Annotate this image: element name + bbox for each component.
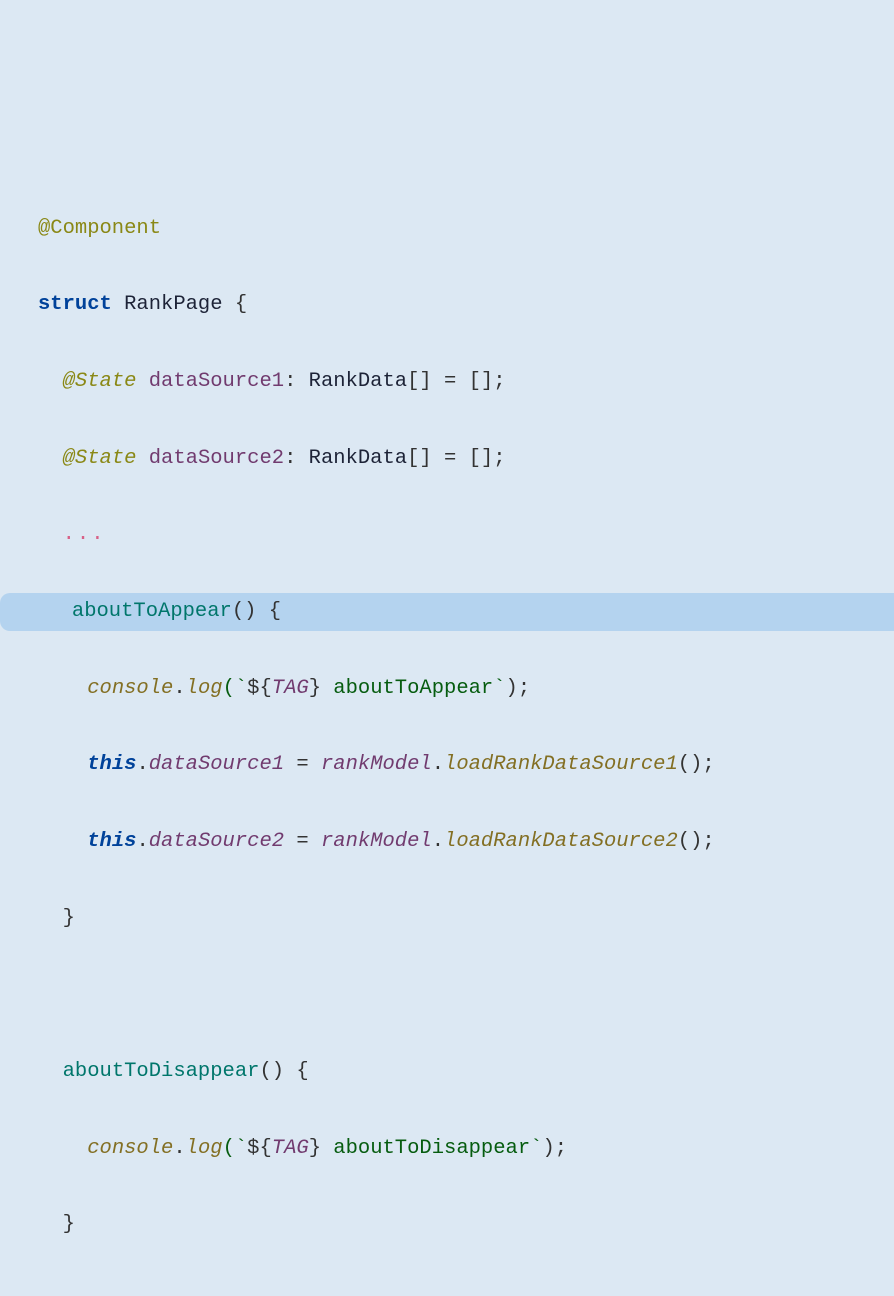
line-struct: struct RankPage {	[38, 286, 894, 324]
load2-method: loadRankDataSource2	[444, 830, 678, 853]
dot-1: .	[173, 677, 185, 700]
log-method-1: log	[186, 677, 223, 700]
template-end-1: }	[309, 677, 321, 700]
line-ellipsis1: ...	[38, 516, 894, 554]
line-blank	[38, 976, 894, 1014]
assign-2: = [];	[432, 447, 506, 470]
dot-4: .	[136, 830, 148, 853]
this-1: this	[87, 753, 136, 776]
load1-method: loadRankDataSource1	[444, 753, 678, 776]
load2-end: ();	[678, 830, 715, 853]
log-method-2: log	[186, 1137, 223, 1160]
log-text-1: aboutToAppear`	[321, 677, 506, 700]
console-obj-2: console	[87, 1137, 173, 1160]
log-text-2: aboutToDisappear`	[321, 1137, 542, 1160]
struct-keyword: struct	[38, 293, 112, 316]
line-decorator: @Component	[38, 210, 894, 248]
eq-2: =	[284, 830, 321, 853]
console-obj-1: console	[87, 677, 173, 700]
property-ds1: dataSource1	[149, 370, 284, 393]
open-brace: {	[223, 293, 248, 316]
colon-2: :	[284, 447, 309, 470]
line-abouttodisappear: aboutToDisappear() {	[38, 1053, 894, 1091]
template-start-1: ${	[247, 677, 272, 700]
colon-1: :	[284, 370, 309, 393]
dot-2: .	[136, 753, 148, 776]
line-console-log2: console.log(`${TAG} aboutToDisappear`);	[38, 1130, 894, 1168]
line-assign-ds2: this.dataSource2 = rankModel.loadRankDat…	[38, 823, 894, 861]
this-ds2: dataSource2	[149, 830, 284, 853]
line-close-method2: }	[38, 1206, 894, 1244]
ellipsis-1: ...	[63, 523, 106, 546]
this-ds1: dataSource1	[149, 753, 284, 776]
property-ds2: dataSource2	[149, 447, 284, 470]
log-close-2: );	[542, 1137, 567, 1160]
load1-end: ();	[678, 753, 715, 776]
rankmodel-2: rankModel	[321, 830, 432, 853]
brace-method2: {	[284, 1060, 309, 1083]
close-brace-2: }	[63, 1213, 75, 1236]
this-2: this	[87, 830, 136, 853]
line-close-method1: }	[38, 900, 894, 938]
line-ellipsis2: ...	[38, 1283, 894, 1296]
type-rankdata-2: RankData	[309, 447, 407, 470]
eq-1: =	[284, 753, 321, 776]
line-assign-ds1: this.dataSource1 = rankModel.loadRankDat…	[38, 746, 894, 784]
close-brace-1: }	[63, 907, 75, 930]
brace-method1: {	[256, 600, 281, 623]
ellipsis-2: ...	[63, 1290, 106, 1296]
dot-6: .	[173, 1137, 185, 1160]
state-decorator-2: @State	[63, 447, 137, 470]
tag-var-2: TAG	[272, 1137, 309, 1160]
method-abouttodisappear: aboutToDisappear	[63, 1060, 260, 1083]
assign-1: = [];	[432, 370, 506, 393]
method-abouttoappear: aboutToAppear	[72, 600, 232, 623]
log-open-2: (`	[223, 1137, 248, 1160]
state-decorator-1: @State	[63, 370, 137, 393]
template-end-2: }	[309, 1137, 321, 1160]
struct-name: RankPage	[124, 293, 222, 316]
log-close-1: );	[506, 677, 531, 700]
dot-5: .	[432, 830, 444, 853]
template-start-2: ${	[247, 1137, 272, 1160]
line-console-log1: console.log(`${TAG} aboutToAppear`);	[38, 670, 894, 708]
component-decorator: @Component	[38, 217, 161, 240]
brackets-2: []	[407, 447, 432, 470]
parens-2: ()	[259, 1060, 284, 1083]
type-rankdata-1: RankData	[309, 370, 407, 393]
brackets-1: []	[407, 370, 432, 393]
parens-1: ()	[232, 600, 257, 623]
dot-3: .	[432, 753, 444, 776]
line-state1: @State dataSource1: RankData[] = [];	[38, 363, 894, 401]
rankmodel-1: rankModel	[321, 753, 432, 776]
line-state2: @State dataSource2: RankData[] = [];	[38, 440, 894, 478]
line-abouttoappear: aboutToAppear() {	[0, 593, 894, 631]
log-open-1: (`	[223, 677, 248, 700]
code-block: @Component struct RankPage { @State data…	[0, 171, 894, 1296]
tag-var-1: TAG	[272, 677, 309, 700]
